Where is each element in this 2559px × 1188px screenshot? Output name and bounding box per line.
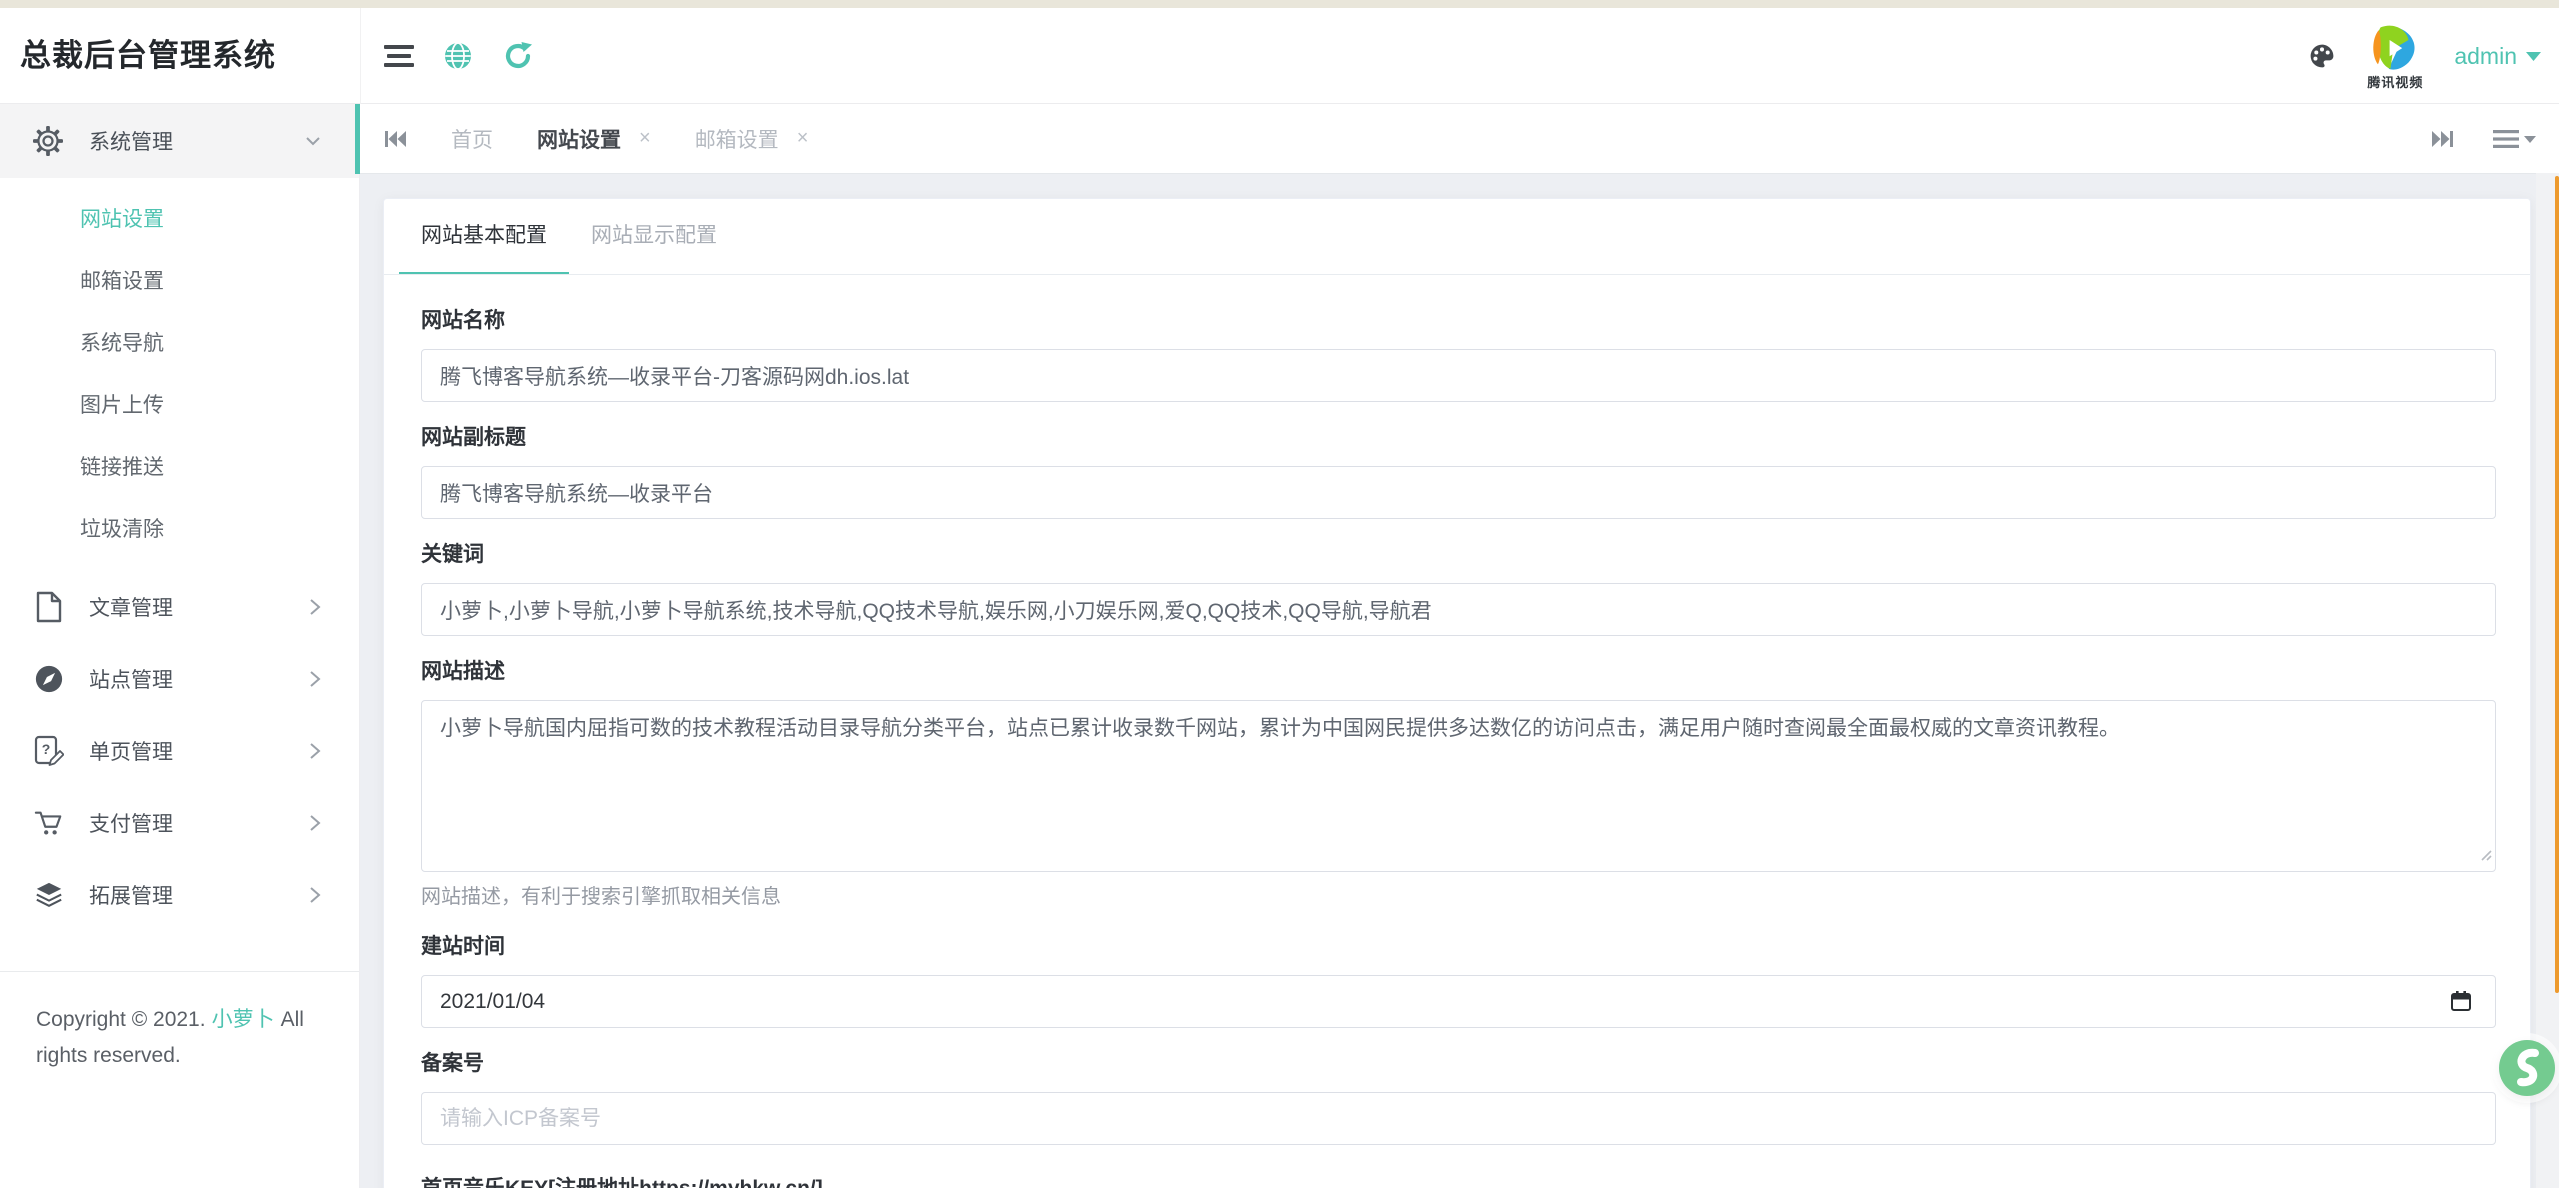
description-helper-text: 网站描述，有利于搜索引擎抓取相关信息 xyxy=(421,880,2496,909)
browser-top-strip xyxy=(0,0,2559,8)
sidebar-item-site-management[interactable]: 站点管理 xyxy=(0,643,359,715)
header: 总裁后台管理系统 xyxy=(0,8,2559,104)
icp-input[interactable] xyxy=(421,1092,2496,1145)
chevron-down-icon xyxy=(305,136,321,146)
sidebar-item-extension-management[interactable]: 拓展管理 xyxy=(0,859,359,931)
sidebar-item-system-nav[interactable]: 系统导航 xyxy=(0,313,359,375)
page-tabs-bar: 首页 网站设置 × 邮箱设置 × xyxy=(360,104,2559,174)
created-date-label: 建站时间 xyxy=(421,933,2496,961)
keywords-input[interactable] xyxy=(421,583,2496,636)
description-textarea[interactable]: 小萝卜导航国内屈指可数的技术教程活动目录导航分类平台，站点已累计收录数千网站，累… xyxy=(421,700,2496,872)
tab-basic-config[interactable]: 网站基本配置 xyxy=(399,199,569,274)
svg-text:?: ? xyxy=(42,741,51,757)
tab-site-settings[interactable]: 网站设置 × xyxy=(537,124,651,154)
sidebar-item-trash-clean[interactable]: 垃圾清除 xyxy=(0,499,359,561)
created-date-input[interactable] xyxy=(421,975,2496,1028)
tabs-scroll-left-icon[interactable] xyxy=(383,128,407,150)
sidebar-item-site-settings[interactable]: 网站设置 xyxy=(0,189,359,251)
settings-form: 网站名称 网站副标题 关键词 网站描述 小萝卜导航国内屈指可数的技术教程活动目录… xyxy=(384,307,2530,1188)
copyright: Copyright © 2021.小萝卜All rights reserved. xyxy=(36,1002,336,1074)
tab-display-config[interactable]: 网站显示配置 xyxy=(569,199,739,274)
chevron-right-icon xyxy=(309,670,321,688)
music-key-label: 首页音乐KEY[注册地址https://myhkw.cn/] xyxy=(421,1175,2496,1188)
username: admin xyxy=(2454,43,2517,70)
document-icon xyxy=(33,591,65,623)
sidebar-item-link-push[interactable]: 链接推送 xyxy=(0,437,359,499)
close-icon[interactable]: × xyxy=(639,127,651,150)
icp-label: 备案号 xyxy=(421,1050,2496,1078)
config-tabs: 网站基本配置 网站显示配置 xyxy=(384,199,2530,275)
tab-home[interactable]: 首页 xyxy=(451,124,493,154)
subtitle-input[interactable] xyxy=(421,466,2496,519)
user-menu[interactable]: admin xyxy=(2454,43,2541,70)
settings-card: 网站基本配置 网站显示配置 网站名称 网站副标题 关键词 网站描述 小萝卜导航国… xyxy=(383,198,2531,1188)
theme-palette-icon[interactable] xyxy=(2308,42,2336,70)
brand-link[interactable]: 小萝卜 xyxy=(212,1008,275,1031)
sidebar-item-article-management[interactable]: 文章管理 xyxy=(0,571,359,643)
sidebar: 系统管理 网站设置 邮箱设置 系统导航 图片上传 链接推送 垃圾清除 文章管理 xyxy=(0,104,360,1188)
compass-icon xyxy=(33,664,65,694)
sidebar-groups: 文章管理 站点管理 xyxy=(0,571,359,931)
sidebar-item-system-management[interactable]: 系统管理 xyxy=(0,104,359,178)
active-tab-accent-bar xyxy=(355,104,360,174)
header-divider xyxy=(360,8,361,104)
tabs-scroll-right-icon[interactable] xyxy=(2431,128,2455,150)
header-toolbar xyxy=(384,8,534,104)
app-title: 总裁后台管理系统 xyxy=(20,8,276,104)
subtitle-label: 网站副标题 xyxy=(421,424,2496,452)
tencent-video-caption: 腾讯视频 xyxy=(2367,72,2423,91)
refresh-icon[interactable] xyxy=(502,40,534,72)
sidebar-item-image-upload[interactable]: 图片上传 xyxy=(0,375,359,437)
sidebar-toggle-button[interactable] xyxy=(384,45,414,67)
sidebar-item-payment-management[interactable]: 支付管理 xyxy=(0,787,359,859)
chevron-right-icon xyxy=(309,598,321,616)
tencent-video-logo[interactable]: 腾讯视频 xyxy=(2362,22,2428,91)
sidebar-item-page-management[interactable]: ? 单页管理 xyxy=(0,715,359,787)
close-icon[interactable]: × xyxy=(797,127,809,150)
site-name-input[interactable] xyxy=(421,349,2496,402)
site-name-label: 网站名称 xyxy=(421,307,2496,335)
chevron-right-icon xyxy=(309,886,321,904)
sidebar-group-label: 系统管理 xyxy=(89,126,173,156)
description-label: 网站描述 xyxy=(421,658,2496,686)
content-area: 网站基本配置 网站显示配置 网站名称 网站副标题 关键词 网站描述 小萝卜导航国… xyxy=(360,174,2536,1188)
resize-handle[interactable] xyxy=(2478,847,2492,866)
keywords-label: 关键词 xyxy=(421,541,2496,569)
tabs-menu-button[interactable] xyxy=(2493,128,2537,150)
sidebar-submenu: 网站设置 邮箱设置 系统导航 图片上传 链接推送 垃圾清除 xyxy=(0,178,359,561)
support-fab-button[interactable] xyxy=(2499,1040,2555,1096)
globe-icon[interactable] xyxy=(442,40,474,72)
chevron-right-icon xyxy=(309,742,321,760)
swirl-icon xyxy=(2499,1040,2555,1096)
cart-icon xyxy=(33,808,65,838)
calendar-icon[interactable] xyxy=(2450,990,2472,1017)
layers-icon xyxy=(33,880,65,910)
tab-mail-settings[interactable]: 邮箱设置 × xyxy=(695,124,809,154)
scrollbar-track[interactable] xyxy=(2536,173,2559,1188)
scrollbar-thumb[interactable] xyxy=(2555,176,2559,993)
page-edit-icon: ? xyxy=(33,735,65,767)
chevron-right-icon xyxy=(309,814,321,832)
header-right: 腾讯视频 admin xyxy=(2308,8,2541,104)
tencent-video-play-icon xyxy=(2366,22,2424,76)
app-window: 总裁后台管理系统 xyxy=(0,0,2559,1188)
sidebar-item-mail-settings[interactable]: 邮箱设置 xyxy=(0,251,359,313)
sidebar-divider xyxy=(0,971,359,972)
gear-icon xyxy=(33,126,63,156)
chevron-down-icon xyxy=(2526,52,2541,61)
